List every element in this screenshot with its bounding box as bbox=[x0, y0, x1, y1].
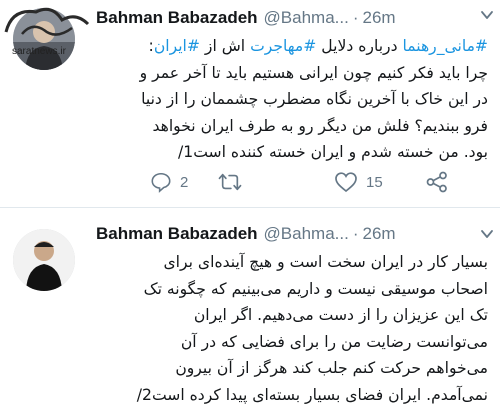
tweet-line: اصحاب موسیقی نیست و داریم می‌بینیم که چگ… bbox=[96, 276, 488, 303]
tweet-line: بسیار کار در ایران سخت است و هیچ آینده‌ا… bbox=[96, 249, 488, 276]
reply-icon bbox=[151, 172, 171, 193]
retweet-button[interactable] bbox=[218, 168, 250, 196]
author-handle[interactable]: @Bahma... bbox=[264, 8, 349, 28]
tweet-line: بود. من خسته شدم و ایران خسته کننده است1… bbox=[96, 139, 488, 166]
like-icon bbox=[335, 172, 357, 193]
timestamp[interactable]: 26m bbox=[363, 8, 396, 28]
author-handle[interactable]: @Bahma... bbox=[264, 224, 349, 244]
tweet-line: می‌توانست رضایت من را برای فضایی که در آ… bbox=[96, 329, 488, 356]
tweet-actions: 2 15 bbox=[150, 168, 485, 196]
tweet-line: #مانی_رهنما درباره دلایل #مهاجرت اش از #… bbox=[96, 33, 488, 60]
tweet-text-segment: فرو ببندیم؟ فلش من دیگر رو به طرف ایران … bbox=[152, 116, 488, 135]
tweet-text-segment: اصحاب موسیقی نیست و داریم می‌بینیم که چگ… bbox=[143, 279, 488, 298]
tweet-header: Bahman Babazadeh @Bahma... · 26m bbox=[96, 219, 490, 249]
tweet-divider bbox=[0, 207, 500, 208]
hashtag-link[interactable]: #ایران bbox=[154, 37, 200, 55]
retweet-icon bbox=[218, 173, 242, 191]
tweet-text-segment: نمی‌آمدم. ایران فضای بسیار بسته‌ای پیدا … bbox=[136, 385, 488, 404]
tweet-text: #مانی_رهنما درباره دلایل #مهاجرت اش از #… bbox=[96, 33, 488, 166]
separator: · bbox=[352, 8, 359, 27]
tweet-text: بسیار کار در ایران سخت است و هیچ آینده‌ا… bbox=[96, 249, 488, 409]
tweet-line: در این خاک با آخرین نگاه مضطرب چشممان را… bbox=[96, 86, 488, 113]
tweet-text-segment: بسیار کار در ایران سخت است و هیچ آینده‌ا… bbox=[163, 253, 488, 271]
caret-down-icon[interactable] bbox=[480, 8, 494, 22]
tweet-text-segment: می‌خواهم حرکت کنم جلب کند هرگز از آن بیر… bbox=[175, 359, 488, 378]
tweet-text-segment: درباره دلایل bbox=[316, 37, 403, 55]
tweet-text-segment: می‌توانست رضایت من را برای فضایی که در آ… bbox=[180, 332, 488, 351]
tweet-text-segment: چرا باید فکر کنیم چون ایرانی هستیم باید … bbox=[139, 63, 488, 82]
hashtag-link[interactable]: #مانی_رهنما bbox=[402, 37, 488, 55]
like-button[interactable]: 15 bbox=[334, 168, 383, 196]
tweet-text-segment: تک این عزیزان را از دست می‌دهیم. اگر ایر… bbox=[193, 306, 488, 325]
tweet-text-segment: در این خاک با آخرین نگاه مضطرب چشممان را… bbox=[141, 90, 488, 109]
avatar[interactable] bbox=[13, 229, 75, 291]
hashtag-link[interactable]: #مهاجرت bbox=[250, 37, 316, 55]
tweet-text-segment: اش از bbox=[199, 37, 251, 55]
share-icon bbox=[426, 171, 447, 193]
watermark: saratnews.ir bbox=[2, 2, 94, 58]
tweet-1[interactable]: saratnews.ir Bahman Babazadeh @Bahma... … bbox=[0, 0, 500, 205]
tweet-header: Bahman Babazadeh @Bahma... · 26m bbox=[96, 3, 490, 33]
reply-count: 2 bbox=[180, 173, 189, 191]
separator: · bbox=[352, 224, 359, 243]
watermark-text: saratnews.ir bbox=[12, 46, 67, 57]
reply-button[interactable]: 2 bbox=[150, 168, 188, 196]
tweet-line: تک این عزیزان را از دست می‌دهیم. اگر ایر… bbox=[96, 302, 488, 329]
tweet-line: نمی‌آمدم. ایران فضای بسیار بسته‌ای پیدا … bbox=[96, 382, 488, 409]
tweet-line: می‌خواهم حرکت کنم جلب کند هرگز از آن بیر… bbox=[96, 355, 488, 382]
timestamp[interactable]: 26m bbox=[363, 224, 396, 244]
tweet-text-segment: بود. من خسته شدم و ایران خسته کننده است1… bbox=[178, 143, 488, 162]
tweet-line: چرا باید فکر کنیم چون ایرانی هستیم باید … bbox=[96, 60, 488, 87]
like-count: 15 bbox=[366, 173, 383, 191]
author-name[interactable]: Bahman Babazadeh bbox=[96, 224, 258, 244]
caret-down-icon[interactable] bbox=[480, 227, 494, 241]
tweet-line: فرو ببندیم؟ فلش من دیگر رو به طرف ایران … bbox=[96, 113, 488, 140]
share-button[interactable] bbox=[426, 168, 448, 196]
author-name[interactable]: Bahman Babazadeh bbox=[96, 8, 258, 28]
